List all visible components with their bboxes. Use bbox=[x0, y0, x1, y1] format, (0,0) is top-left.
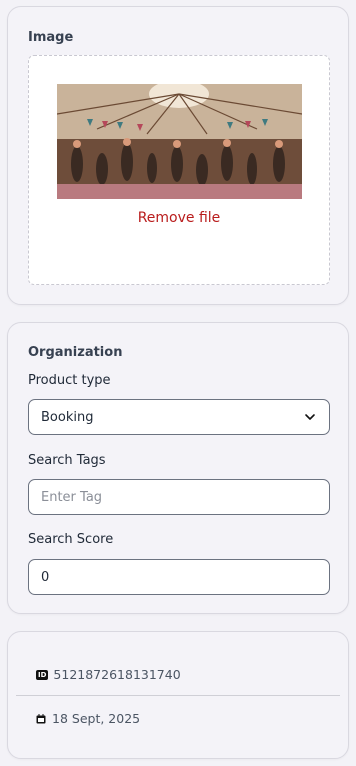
image-card: Image Remove file bbox=[7, 6, 349, 305]
chevron-down-icon bbox=[305, 414, 315, 420]
search-tags-label: Search Tags bbox=[28, 453, 106, 468]
meta-divider bbox=[16, 695, 340, 696]
date-value: 18 Sept, 2025 bbox=[52, 711, 141, 726]
product-type-value: Booking bbox=[41, 409, 94, 425]
id-value: 5121872618131740 bbox=[53, 667, 181, 682]
yoga-tent-photo bbox=[57, 84, 302, 199]
organization-section-title: Organization bbox=[28, 345, 123, 360]
meta-card: ID 5121872618131740 18 Sept, 2025 bbox=[7, 631, 349, 759]
image-dropzone[interactable]: Remove file bbox=[28, 55, 330, 285]
date-row: 18 Sept, 2025 bbox=[36, 711, 140, 726]
image-section-title: Image bbox=[28, 30, 74, 45]
organization-card: Organization Product type Booking Search… bbox=[7, 322, 349, 614]
search-tags-input[interactable] bbox=[28, 479, 330, 515]
product-type-select[interactable]: Booking bbox=[28, 399, 330, 435]
search-score-input[interactable] bbox=[28, 559, 330, 595]
image-preview bbox=[57, 84, 302, 199]
calendar-icon bbox=[36, 713, 46, 723]
id-badge-icon: ID bbox=[36, 669, 49, 680]
search-score-label: Search Score bbox=[28, 532, 114, 547]
remove-file-link[interactable]: Remove file bbox=[29, 210, 329, 226]
id-row: ID 5121872618131740 bbox=[36, 667, 181, 682]
product-type-label: Product type bbox=[28, 373, 111, 388]
